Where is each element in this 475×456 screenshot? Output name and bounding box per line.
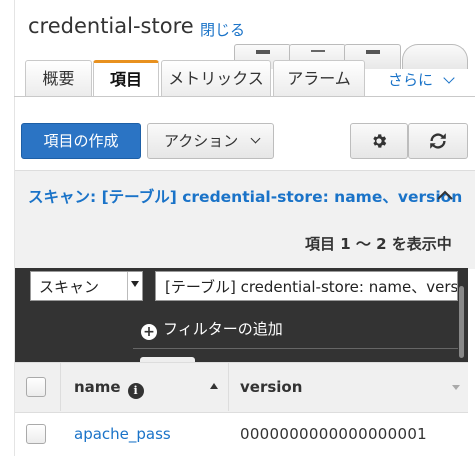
add-filter-button[interactable]: + フィルターの追加	[141, 318, 283, 340]
tab-items[interactable]: 項目	[93, 60, 159, 97]
sort-ascending-icon[interactable]	[210, 383, 218, 389]
select-all-checkbox[interactable]	[26, 377, 46, 397]
chevron-down-icon	[443, 72, 455, 84]
scan-target-select[interactable]: [テーブル] credential-store: name、version	[155, 271, 458, 301]
layout-icon	[256, 50, 270, 54]
layout-icon	[311, 50, 325, 52]
tab-metrics[interactable]: メトリックス	[161, 60, 271, 96]
filter-divider	[133, 348, 458, 349]
item-count-text: 項目 1 〜 2 を表示中	[305, 235, 452, 253]
add-filter-label: フィルターの追加	[163, 320, 283, 338]
create-item-button[interactable]: 項目の作成	[21, 123, 141, 159]
chevron-down-icon	[131, 281, 139, 287]
tab-more[interactable]: さらに	[388, 69, 455, 90]
column-header-name[interactable]: name i	[74, 378, 144, 399]
sort-icon[interactable]	[452, 385, 460, 390]
tab-overview[interactable]: 概要	[25, 60, 92, 96]
row-checkbox[interactable]	[26, 424, 46, 444]
tabbar-divider	[14, 96, 475, 97]
filter-scrollbar[interactable]	[459, 286, 464, 358]
column-divider	[60, 362, 61, 411]
select-divider	[127, 272, 128, 300]
plus-circle-icon: +	[141, 324, 157, 340]
refresh-icon	[430, 133, 446, 149]
item-name-link[interactable]: apache_pass	[74, 425, 171, 443]
layout-icon	[366, 50, 380, 54]
chevron-down-icon	[250, 133, 261, 144]
page-title: credential-store	[28, 14, 194, 38]
column-header-name-label: name	[74, 378, 121, 396]
help-button[interactable]	[402, 44, 468, 69]
close-link[interactable]: 閉じる	[200, 19, 245, 40]
info-icon[interactable]: i	[127, 383, 144, 399]
action-menu-button[interactable]: アクション	[147, 123, 274, 159]
tab-alarms[interactable]: アラーム	[273, 60, 365, 96]
item-version-cell: 0000000000000000001	[240, 425, 428, 443]
column-divider	[228, 362, 229, 411]
column-header-version[interactable]: version	[240, 378, 302, 396]
chevron-up-icon[interactable]	[436, 188, 454, 202]
refresh-button[interactable]	[408, 123, 468, 159]
tab-more-label: さらに	[388, 71, 434, 89]
scan-header-toggle[interactable]: スキャン: [テーブル] credential-store: name、vers…	[28, 185, 462, 207]
settings-button[interactable]	[350, 123, 408, 159]
gear-icon	[373, 134, 387, 148]
action-menu-label: アクション	[164, 132, 239, 150]
